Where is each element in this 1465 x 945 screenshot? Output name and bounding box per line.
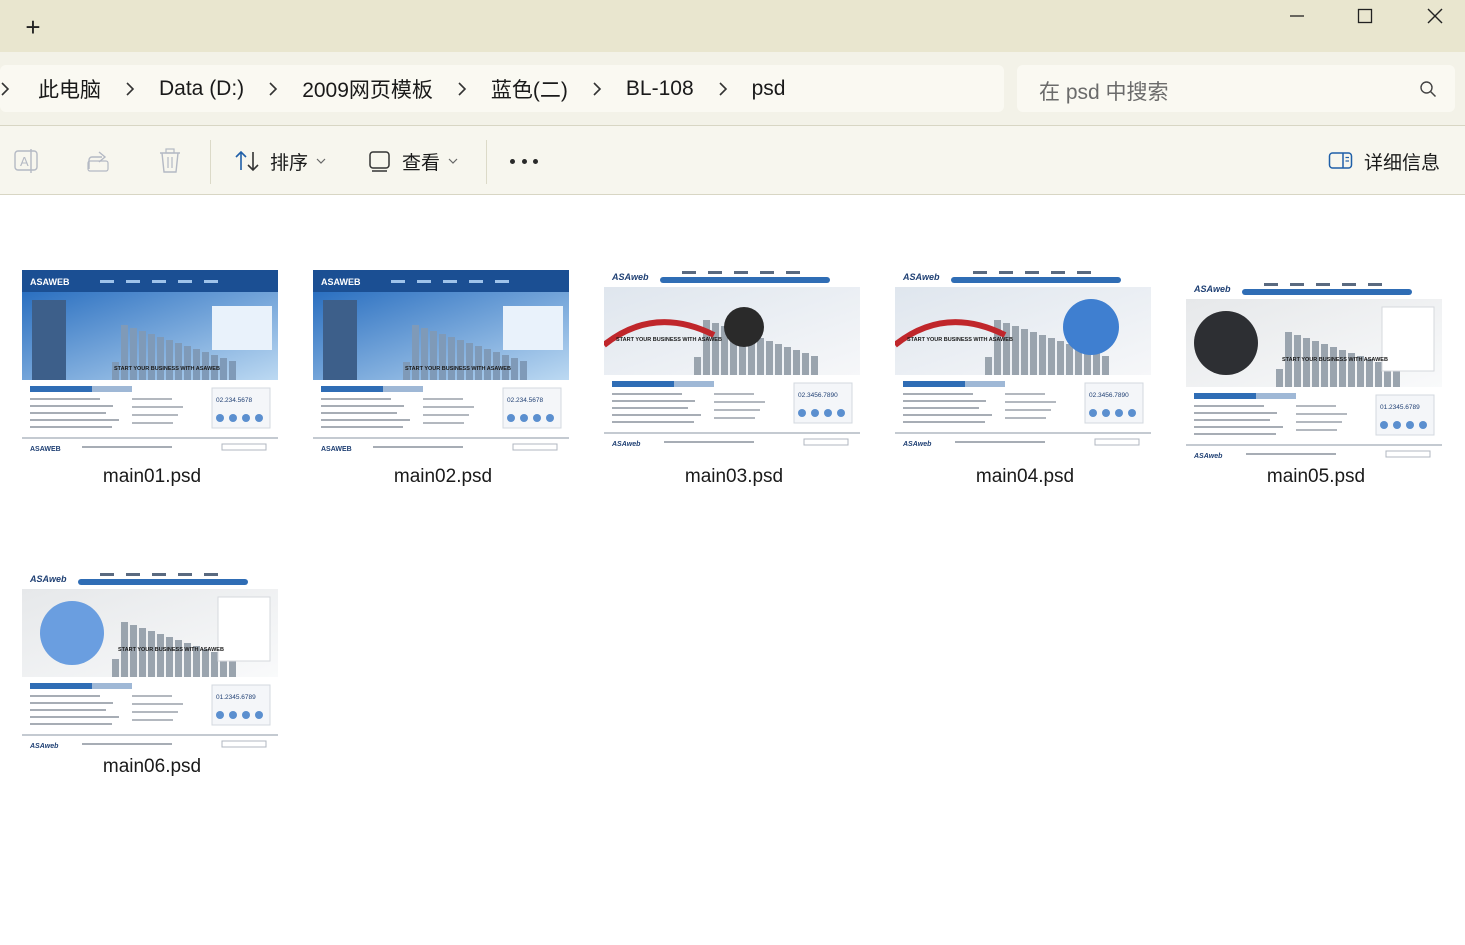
minimize-icon bbox=[1290, 15, 1304, 17]
search-input[interactable]: 在 psd 中搜索 bbox=[1017, 65, 1455, 112]
file-tile[interactable]: ASAweb START YOUR BUSINESS WITH ASAWEB 02.… bbox=[891, 265, 1151, 495]
more-options-button[interactable] bbox=[510, 148, 538, 174]
file-name-label[interactable]: main01.psd bbox=[18, 466, 286, 488]
file-name-label[interactable]: main04.psd bbox=[891, 466, 1159, 488]
breadcrumb[interactable]: 此电脑 Data (D:) 2009网页模板 蓝色(二) BL-108 psd bbox=[0, 65, 1004, 112]
psd-preview-image: ASAWEB START YOUR BUSINESS WITH ASAWEB 02.… bbox=[22, 270, 278, 460]
svg-text:START YOUR BUSINESS WITH ASAWE: START YOUR BUSINESS WITH ASAWEB bbox=[616, 337, 722, 343]
view-label: 查看 bbox=[402, 152, 441, 174]
svg-text:02.3456.7890: 02.3456.7890 bbox=[798, 392, 838, 399]
svg-text:ASAweb: ASAweb bbox=[611, 272, 649, 282]
svg-text:START YOUR BUSINESS WITH ASAWE: START YOUR BUSINESS WITH ASAWEB bbox=[907, 337, 1013, 343]
chevron-down-icon bbox=[448, 158, 458, 164]
svg-text:ASAweb: ASAweb bbox=[902, 441, 932, 448]
breadcrumb-item-bl108[interactable]: BL-108 bbox=[618, 77, 702, 101]
file-thumbnail[interactable]: ASAweb START YOUR BUSINESS WITH ASAWEB 01.… bbox=[1186, 277, 1442, 467]
view-icon bbox=[369, 151, 390, 172]
view-button[interactable]: 查看 bbox=[368, 146, 458, 176]
svg-text:ASAweb: ASAweb bbox=[611, 441, 641, 448]
svg-text:02.234.5678: 02.234.5678 bbox=[507, 397, 544, 404]
file-name-label[interactable]: main06.psd bbox=[18, 756, 286, 778]
minimize-button[interactable] bbox=[1262, 0, 1332, 32]
more-dot bbox=[533, 158, 538, 164]
more-dot bbox=[521, 158, 527, 164]
close-icon bbox=[1427, 8, 1443, 24]
breadcrumb-item-psd[interactable]: psd bbox=[744, 77, 794, 101]
svg-text:A: A bbox=[20, 154, 29, 169]
chevron-down-icon bbox=[316, 158, 326, 164]
svg-text:ASAweb: ASAweb bbox=[1193, 284, 1231, 294]
search-icon[interactable] bbox=[1419, 80, 1437, 98]
psd-preview-image: ASAweb START YOUR BUSINESS WITH ASAWEB 02.… bbox=[895, 265, 1151, 455]
file-name-label[interactable]: main02.psd bbox=[309, 466, 577, 488]
file-thumbnail[interactable]: ASAweb START YOUR BUSINESS WITH ASAWEB 02.… bbox=[604, 265, 860, 455]
file-thumbnail[interactable]: ASAWEB START YOUR BUSINESS WITH ASAWEB 02.… bbox=[313, 270, 569, 460]
rename-icon[interactable]: A bbox=[14, 148, 40, 174]
sort-button[interactable]: 排序 bbox=[234, 146, 326, 176]
svg-text:ASAWEB: ASAWEB bbox=[321, 277, 361, 287]
svg-text:START YOUR BUSINESS WITH ASAWE: START YOUR BUSINESS WITH ASAWEB bbox=[118, 647, 224, 653]
file-name-label[interactable]: main03.psd bbox=[600, 466, 868, 488]
svg-text:ASAWEB: ASAWEB bbox=[30, 277, 70, 287]
title-bar: + bbox=[0, 0, 1465, 52]
share-icon[interactable] bbox=[86, 148, 112, 174]
maximize-button[interactable] bbox=[1330, 0, 1400, 32]
chevron-right-icon[interactable] bbox=[252, 65, 294, 112]
delete-icon[interactable] bbox=[158, 148, 182, 174]
svg-text:START YOUR BUSINESS WITH ASAWE: START YOUR BUSINESS WITH ASAWEB bbox=[1282, 357, 1388, 363]
more-dot bbox=[510, 158, 515, 164]
file-tile[interactable]: ASAWEB START YOUR BUSINESS WITH ASAWEB 02.… bbox=[18, 265, 278, 495]
psd-preview-image: ASAweb START YOUR BUSINESS WITH ASAWEB 01.… bbox=[1186, 277, 1442, 467]
file-tile[interactable]: ASAweb START YOUR BUSINESS WITH ASAWEB 01.… bbox=[18, 555, 278, 785]
address-row: 此电脑 Data (D:) 2009网页模板 蓝色(二) BL-108 psd … bbox=[0, 52, 1465, 125]
chevron-right-icon[interactable] bbox=[702, 65, 744, 112]
toolbar-divider bbox=[210, 140, 211, 184]
svg-text:ASAweb: ASAweb bbox=[1193, 453, 1223, 460]
breadcrumb-item-blue[interactable]: 蓝色(二) bbox=[483, 74, 576, 104]
svg-text:01.2345.6789: 01.2345.6789 bbox=[1380, 404, 1420, 411]
details-label: 详细信息 bbox=[1364, 152, 1441, 174]
maximize-icon bbox=[1357, 8, 1373, 24]
close-button[interactable] bbox=[1400, 0, 1465, 32]
toolbar-divider bbox=[486, 140, 487, 184]
chevron-right-icon[interactable] bbox=[109, 65, 151, 112]
svg-text:02.3456.7890: 02.3456.7890 bbox=[1089, 392, 1129, 399]
svg-text:ASAweb: ASAweb bbox=[902, 272, 940, 282]
details-pane-icon bbox=[1328, 152, 1353, 169]
svg-text:START YOUR BUSINESS WITH ASAWE: START YOUR BUSINESS WITH ASAWEB bbox=[405, 366, 511, 372]
sort-label: 排序 bbox=[270, 152, 309, 174]
svg-text:02.234.5678: 02.234.5678 bbox=[216, 397, 253, 404]
psd-preview-image: ASAweb START YOUR BUSINESS WITH ASAWEB 02.… bbox=[604, 265, 860, 455]
chevron-right-icon[interactable] bbox=[441, 65, 483, 112]
breadcrumb-item-drive[interactable]: Data (D:) bbox=[151, 77, 252, 101]
breadcrumb-item-templates[interactable]: 2009网页模板 bbox=[294, 74, 441, 104]
chevron-right-icon[interactable] bbox=[0, 65, 14, 112]
svg-text:ASAWEB: ASAWEB bbox=[30, 446, 61, 453]
file-tile[interactable]: ASAweb START YOUR BUSINESS WITH ASAWEB 01.… bbox=[1182, 265, 1442, 495]
search-placeholder: 在 psd 中搜索 bbox=[1039, 81, 1169, 104]
file-thumbnail[interactable]: ASAweb START YOUR BUSINESS WITH ASAWEB 02.… bbox=[895, 265, 1151, 455]
file-tile[interactable]: ASAweb START YOUR BUSINESS WITH ASAWEB 02.… bbox=[600, 265, 860, 495]
svg-text:ASAweb: ASAweb bbox=[29, 743, 59, 750]
file-thumbnail[interactable]: ASAWEB START YOUR BUSINESS WITH ASAWEB 02.… bbox=[22, 270, 278, 460]
file-view: ASAWEB START YOUR BUSINESS WITH ASAWEB 02.… bbox=[0, 195, 1465, 945]
psd-preview-image: ASAweb START YOUR BUSINESS WITH ASAWEB 01.… bbox=[22, 567, 278, 757]
svg-text:ASAweb: ASAweb bbox=[29, 574, 67, 584]
chevron-right-icon[interactable] bbox=[576, 65, 618, 112]
sort-icon bbox=[235, 150, 259, 172]
breadcrumb-item-this-pc[interactable]: 此电脑 bbox=[30, 74, 109, 104]
details-pane-button[interactable]: 详细信息 bbox=[1328, 146, 1440, 176]
svg-text:01.2345.6789: 01.2345.6789 bbox=[216, 694, 256, 701]
file-tile[interactable]: ASAWEB START YOUR BUSINESS WITH ASAWEB 02.… bbox=[309, 265, 569, 495]
new-tab-button[interactable]: + bbox=[20, 14, 46, 40]
svg-text:START YOUR BUSINESS WITH ASAWE: START YOUR BUSINESS WITH ASAWEB bbox=[114, 366, 220, 372]
command-bar: A 排序 查看 详细信息 bbox=[0, 125, 1465, 195]
file-name-label[interactable]: main05.psd bbox=[1182, 466, 1450, 488]
svg-text:ASAWEB: ASAWEB bbox=[321, 446, 352, 453]
file-thumbnail[interactable]: ASAweb START YOUR BUSINESS WITH ASAWEB 01.… bbox=[22, 567, 278, 757]
psd-preview-image: ASAWEB START YOUR BUSINESS WITH ASAWEB 02.… bbox=[313, 270, 569, 460]
